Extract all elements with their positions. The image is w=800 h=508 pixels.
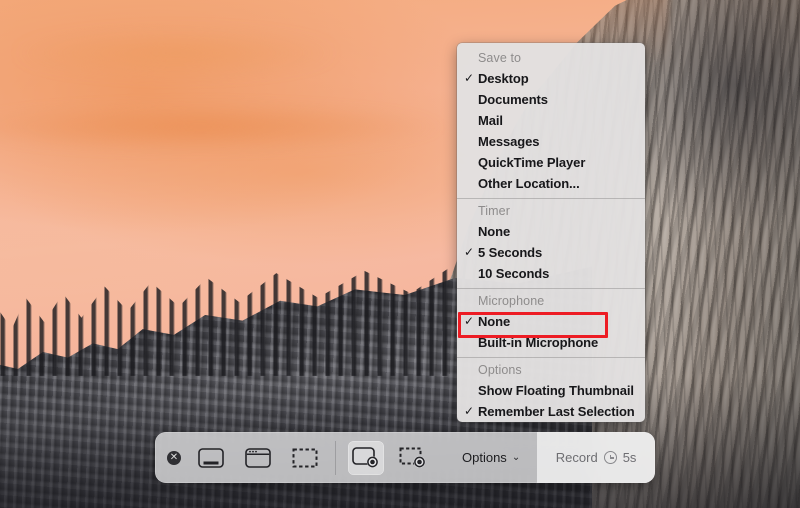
selected-window-icon xyxy=(245,448,271,468)
menu-item-5-seconds[interactable]: ✓5 Seconds xyxy=(457,242,645,263)
record-selected-portion-button[interactable] xyxy=(395,441,431,475)
menu-item-none[interactable]: ✓None xyxy=(457,311,645,332)
close-button[interactable]: ✕ xyxy=(155,451,193,465)
record-button-group xyxy=(348,441,431,475)
options-label: Options xyxy=(462,450,507,465)
toolbar-divider xyxy=(335,441,336,475)
menu-item-label: Documents xyxy=(478,92,548,107)
timer-icon xyxy=(604,451,617,464)
menu-section-save-to: Save to✓Desktop Documents Mail Messages Quic… xyxy=(457,49,645,194)
menu-item-label: Other Location... xyxy=(478,176,580,191)
menu-item-mail[interactable]: Mail xyxy=(457,110,645,131)
chevron-down-icon: ⌄ xyxy=(512,452,520,463)
checkmark-icon: ✓ xyxy=(463,68,475,89)
menu-item-show-floating-thumbnail[interactable]: Show Floating Thumbnail xyxy=(457,380,645,401)
menu-section-header: Save to xyxy=(457,49,645,68)
menu-item-quicktime-player[interactable]: QuickTime Player xyxy=(457,152,645,173)
selected-portion-icon xyxy=(292,448,318,468)
menu-divider xyxy=(457,198,645,199)
capture-entire-screen-button[interactable] xyxy=(193,441,229,475)
menu-item-built-in-microphone[interactable]: Built-in Microphone xyxy=(457,332,645,353)
menu-item-label: 5 Seconds xyxy=(478,245,542,260)
menu-item-label: Desktop xyxy=(478,71,529,86)
menu-item-label: Remember Last Selection xyxy=(478,404,635,419)
menu-item-label: Messages xyxy=(478,134,539,149)
record-entire-screen-button[interactable] xyxy=(348,441,384,475)
menu-item-documents[interactable]: Documents xyxy=(457,89,645,110)
menu-item-label: Built-in Microphone xyxy=(478,335,598,350)
menu-item-other-location[interactable]: Other Location... xyxy=(457,173,645,194)
menu-item-label: QuickTime Player xyxy=(478,155,585,170)
options-button[interactable]: Options ⌄ xyxy=(449,432,533,483)
menu-section-header: Microphone xyxy=(457,292,645,311)
menu-item-label: None xyxy=(478,224,510,239)
menu-item-label: Show Floating Thumbnail xyxy=(478,383,634,398)
entire-screen-icon xyxy=(198,448,224,468)
capture-selected-window-button[interactable] xyxy=(240,441,276,475)
menu-item-label: None xyxy=(478,314,510,329)
checkmark-icon: ✓ xyxy=(463,401,475,422)
menu-divider xyxy=(457,288,645,289)
menu-section-options: OptionsShow Floating Thumbnail✓Remember … xyxy=(457,361,645,422)
record-timer-label: 5s xyxy=(623,450,637,465)
menu-item-label: Mail xyxy=(478,113,503,128)
record-selected-portion-icon xyxy=(399,447,427,469)
record-label: Record xyxy=(556,450,598,465)
checkmark-icon: ✓ xyxy=(463,242,475,263)
menu-item-remember-last-selection[interactable]: ✓Remember Last Selection xyxy=(457,401,645,422)
menu-section-header: Options xyxy=(457,361,645,380)
menu-item-none[interactable]: None xyxy=(457,221,645,242)
screenshot-toolbar[interactable]: ✕ xyxy=(155,432,655,483)
menu-section-timer: TimerNone✓5 Seconds10 Seconds xyxy=(457,202,645,284)
menu-item-messages[interactable]: Messages xyxy=(457,131,645,152)
cloud-band-upper xyxy=(0,102,448,153)
menu-divider xyxy=(457,357,645,358)
menu-section-microphone: Microphone✓None Built-in Microphone xyxy=(457,292,645,353)
capture-selected-portion-button[interactable] xyxy=(287,441,323,475)
cloud-band-top xyxy=(16,30,336,76)
record-button[interactable]: Record 5s xyxy=(537,432,655,483)
checkmark-icon: ✓ xyxy=(463,311,475,332)
menu-item-10-seconds[interactable]: 10 Seconds xyxy=(457,263,645,284)
record-entire-screen-icon xyxy=(352,447,380,469)
close-icon: ✕ xyxy=(167,451,181,465)
screenshot-canvas: Save to✓DesktopDocumentsMailMessagesQuic… xyxy=(0,0,800,508)
menu-section-header: Timer xyxy=(457,202,645,221)
screenshot-options-menu[interactable]: Save to✓DesktopDocumentsMailMessagesQuic… xyxy=(457,43,645,422)
menu-item-label: 10 Seconds xyxy=(478,266,549,281)
capture-button-group xyxy=(193,441,323,475)
menu-item-desktop[interactable]: ✓Desktop xyxy=(457,68,645,89)
